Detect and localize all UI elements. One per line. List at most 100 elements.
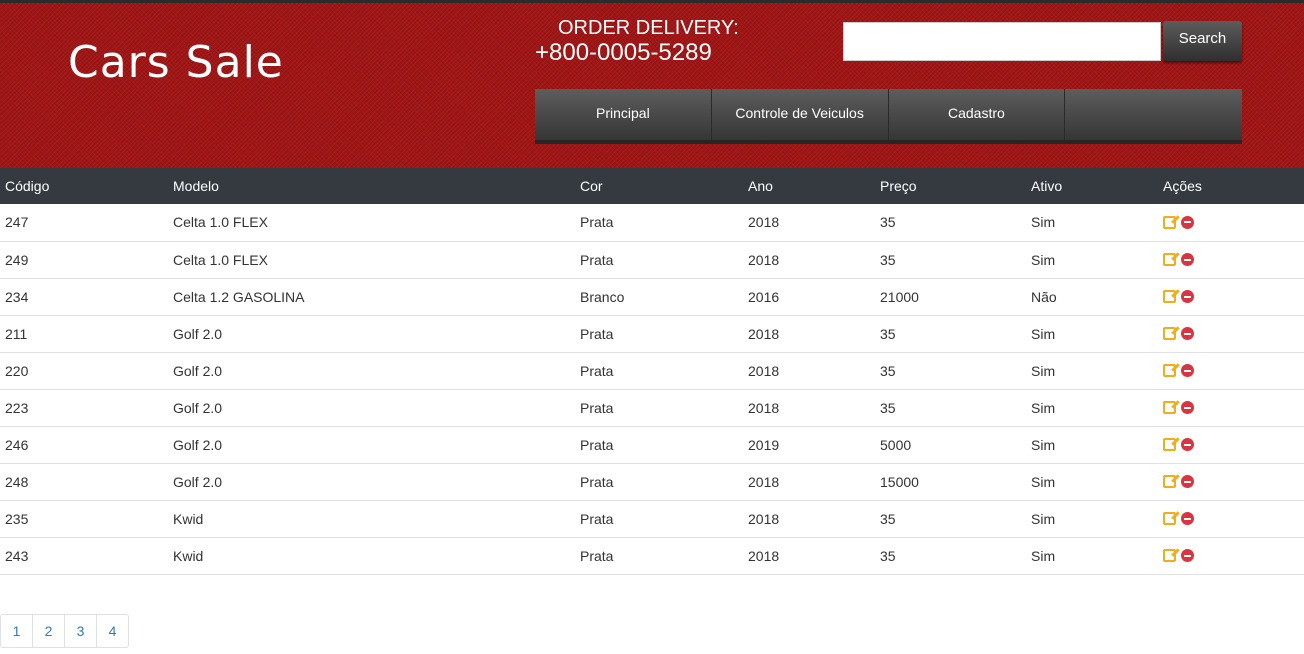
table-header-row: Código Modelo Cor Ano Preço Ativo Ações [0, 168, 1304, 204]
table-row: 246 Golf 2.0 Prata 2019 5000 Sim [0, 426, 1304, 464]
edit-icon[interactable] [1163, 512, 1176, 525]
header-codigo: Código [0, 168, 168, 204]
cell-cor: Prata [575, 315, 743, 353]
cell-acoes [1158, 278, 1304, 316]
cell-cor: Prata [575, 500, 743, 538]
delivery-label: ORDER DELIVERY: [558, 17, 739, 39]
cell-ano: 2018 [743, 352, 875, 390]
cell-acoes [1158, 500, 1304, 538]
table-row: 220 Golf 2.0 Prata 2018 35 Sim [0, 352, 1304, 390]
cell-acoes [1158, 463, 1304, 501]
cell-ano: 2018 [743, 315, 875, 353]
cell-codigo: 235 [0, 500, 168, 538]
site-logo[interactable]: Cars Sale [68, 37, 284, 88]
nav-item-cadastro[interactable]: Cadastro [889, 89, 1066, 140]
delete-icon[interactable] [1181, 253, 1194, 266]
header-cor: Cor [575, 168, 743, 204]
row-actions [1163, 290, 1299, 303]
cell-preco: 35 [875, 500, 1026, 538]
edit-icon[interactable] [1163, 253, 1176, 266]
cell-preco: 35 [875, 352, 1026, 390]
delete-icon[interactable] [1181, 215, 1194, 229]
delete-icon[interactable] [1181, 475, 1194, 488]
row-actions [1163, 253, 1299, 266]
delete-icon[interactable] [1181, 327, 1194, 340]
cell-codigo: 243 [0, 537, 168, 575]
search-button[interactable]: Search [1163, 21, 1242, 61]
nav-item-controle-de-veiculos[interactable]: Controle de Veiculos [712, 89, 889, 140]
delete-icon[interactable] [1181, 364, 1194, 377]
row-actions [1163, 438, 1299, 451]
cell-ativo: Sim [1026, 426, 1158, 464]
cell-modelo: Celta 1.0 FLEX [168, 204, 575, 242]
cell-modelo: Golf 2.0 [168, 389, 575, 427]
cell-codigo: 220 [0, 352, 168, 390]
page-link-2[interactable]: 2 [32, 614, 65, 648]
page-link-4[interactable]: 4 [96, 614, 129, 648]
cell-modelo: Celta 1.0 FLEX [168, 241, 575, 279]
cell-ativo: Sim [1026, 241, 1158, 279]
edit-icon[interactable] [1163, 364, 1176, 377]
row-actions [1163, 475, 1299, 488]
cell-ano: 2016 [743, 278, 875, 316]
row-actions [1163, 512, 1299, 525]
cell-preco: 21000 [875, 278, 1026, 316]
cell-cor: Prata [575, 463, 743, 501]
cell-ativo: Sim [1026, 463, 1158, 501]
edit-icon[interactable] [1163, 549, 1176, 562]
cell-cor: Prata [575, 426, 743, 464]
cell-cor: Prata [575, 389, 743, 427]
cell-preco: 35 [875, 389, 1026, 427]
cell-acoes [1158, 241, 1304, 279]
page-link-3[interactable]: 3 [64, 614, 97, 648]
delete-icon[interactable] [1181, 290, 1194, 303]
cell-ano: 2018 [743, 537, 875, 575]
cell-ano: 2018 [743, 204, 875, 242]
delivery-phone: +800-0005-5289 [535, 39, 712, 66]
edit-icon[interactable] [1163, 475, 1176, 488]
cell-preco: 35 [875, 537, 1026, 575]
delete-icon[interactable] [1181, 512, 1194, 525]
cell-cor: Prata [575, 241, 743, 279]
cell-ativo: Sim [1026, 537, 1158, 575]
cell-cor: Branco [575, 278, 743, 316]
nav-item-principal[interactable]: Principal [535, 89, 712, 140]
edit-icon[interactable] [1163, 290, 1176, 303]
table-row: 248 Golf 2.0 Prata 2018 15000 Sim [0, 463, 1304, 501]
cell-ativo: Sim [1026, 389, 1158, 427]
cell-acoes [1158, 389, 1304, 427]
cell-ano: 2018 [743, 500, 875, 538]
cell-ativo: Sim [1026, 352, 1158, 390]
cell-ativo: Sim [1026, 500, 1158, 538]
delete-icon[interactable] [1181, 438, 1194, 451]
page-link-1[interactable]: 1 [0, 614, 33, 648]
cell-modelo: Golf 2.0 [168, 315, 575, 353]
edit-icon[interactable] [1163, 438, 1176, 451]
header-ativo: Ativo [1026, 168, 1158, 204]
table-row: 223 Golf 2.0 Prata 2018 35 Sim [0, 389, 1304, 427]
cell-preco: 35 [875, 241, 1026, 279]
cell-modelo: Kwid [168, 537, 575, 575]
cell-modelo: Golf 2.0 [168, 463, 575, 501]
cell-ano: 2018 [743, 389, 875, 427]
edit-icon[interactable] [1163, 401, 1176, 414]
edit-icon[interactable] [1163, 215, 1176, 229]
site-header: Cars Sale ORDER DELIVERY: +800-0005-5289… [0, 0, 1304, 168]
cell-codigo: 249 [0, 241, 168, 279]
header-ano: Ano [743, 168, 875, 204]
cell-acoes [1158, 426, 1304, 464]
table-row: 247 Celta 1.0 FLEX Prata 2018 35 Sim [0, 204, 1304, 242]
nav-item-empty[interactable] [1065, 89, 1242, 140]
cell-cor: Prata [575, 537, 743, 575]
search-input[interactable] [843, 22, 1161, 61]
cell-acoes [1158, 537, 1304, 575]
cell-acoes [1158, 315, 1304, 353]
cell-modelo: Golf 2.0 [168, 352, 575, 390]
cell-preco: 5000 [875, 426, 1026, 464]
cell-acoes [1158, 204, 1304, 242]
cell-ativo: Não [1026, 278, 1158, 316]
delete-icon[interactable] [1181, 549, 1194, 562]
cell-cor: Prata [575, 204, 743, 242]
edit-icon[interactable] [1163, 327, 1176, 340]
delete-icon[interactable] [1181, 401, 1194, 414]
